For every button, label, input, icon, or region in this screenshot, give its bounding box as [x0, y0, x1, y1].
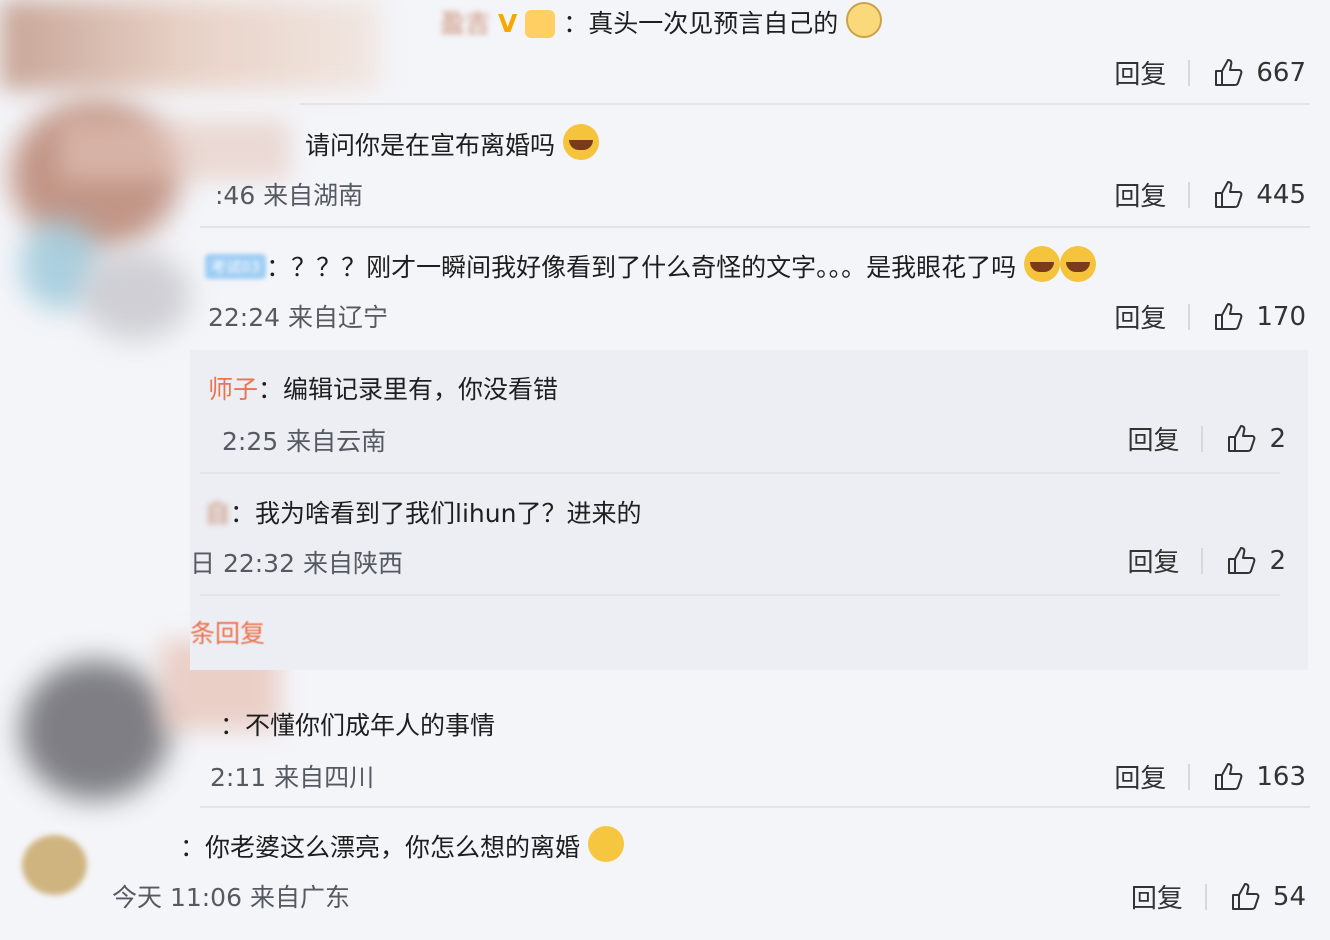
divider — [1201, 425, 1204, 452]
like-count: 170 — [1256, 301, 1306, 332]
divider — [300, 103, 1310, 105]
like-button[interactable]: 54 — [1229, 881, 1306, 913]
thumbs-up-icon — [1231, 882, 1260, 910]
more-replies-link[interactable]: 条回复 — [190, 614, 265, 650]
like-button[interactable]: 2 — [1225, 423, 1286, 455]
thumbs-up-icon — [1228, 546, 1256, 574]
verified-badge-icon: V — [497, 9, 518, 38]
divider — [1188, 303, 1191, 330]
like-count: 667 — [1256, 57, 1306, 88]
reply-button[interactable]: 回复 — [1127, 542, 1201, 579]
comment-actions: 回复 445 — [1114, 176, 1306, 213]
comment-meta: :46 来自湖南 — [215, 181, 364, 210]
comment-item: ：你老婆这么漂亮，你怎么想的离婚 今天 11:06 来自广东 回复 54 — [0, 818, 1330, 940]
comment-meta: 22:24 来自辽宁 — [208, 303, 388, 332]
comment-text: 考试03 ：？？？刚才一瞬间我好像看到了什么奇怪的文字。。。是我眼花了吗 — [205, 246, 1097, 284]
thumbs-up-icon — [1215, 180, 1243, 208]
comment-item: 请问你是在宣布离婚吗 :46 来自湖南 回复 445 — [0, 116, 1330, 238]
comment-text: 请问你是在宣布离婚吗 — [305, 124, 599, 162]
reply-text: 自：我为啥看到了我们lihun了？进来的 — [205, 499, 642, 528]
thumbs-up-icon — [1215, 58, 1243, 86]
comment-meta: 2:11 来自四川 — [210, 763, 375, 792]
like-button[interactable]: 667 — [1212, 57, 1306, 89]
divider — [1188, 181, 1191, 208]
thumbs-up-icon — [1215, 762, 1243, 790]
reply-username[interactable]: 自 — [205, 499, 230, 528]
comment-actions: 回复 163 — [1114, 758, 1306, 795]
laugh-cry-emoji-icon — [562, 124, 599, 160]
reply-button[interactable]: 回复 — [1131, 878, 1205, 915]
like-count: 445 — [1256, 179, 1306, 210]
thumbs-up-icon — [1215, 302, 1243, 330]
comment-text: ：不懂你们成年人的事情 — [220, 711, 496, 740]
comment-text: 盈吉 V ：真头一次见预言自己的 — [440, 2, 883, 40]
like-button[interactable]: 445 — [1212, 179, 1306, 211]
divider — [200, 594, 1280, 596]
reply-button[interactable]: 回复 — [1114, 176, 1188, 213]
like-count: 163 — [1256, 761, 1306, 792]
laugh-emoji-icon — [1024, 246, 1061, 282]
comment-actions: 回复 170 — [1114, 298, 1306, 335]
like-button[interactable]: 2 — [1225, 545, 1286, 577]
divider — [1188, 59, 1191, 86]
reply-actions: 回复 2 — [1127, 420, 1286, 457]
comment-text: ：你老婆这么漂亮，你怎么想的离婚 — [180, 826, 624, 864]
like-count: 2 — [1269, 545, 1286, 576]
divider — [1188, 763, 1191, 790]
divider — [200, 806, 1310, 808]
reply-text: 师子：编辑记录里有，你没看错 — [208, 375, 559, 404]
like-count: 2 — [1269, 423, 1286, 454]
laugh-cry-emoji-icon — [1060, 246, 1097, 282]
comment-meta: 今天 11:06 来自广东 — [112, 883, 350, 912]
thumbs-up-icon — [1228, 424, 1256, 452]
comment-item: ：不懂你们成年人的事情 2:11 来自四川 回复 163 — [0, 698, 1330, 820]
like-count: 54 — [1272, 881, 1306, 912]
comment-username[interactable]: 盈吉 — [440, 9, 490, 38]
divider — [200, 472, 1280, 474]
reply-meta: 2:25 来自云南 — [222, 427, 387, 456]
reply-username[interactable]: 师子 — [208, 375, 258, 404]
reply-button[interactable]: 回复 — [1114, 54, 1188, 91]
reply-button[interactable]: 回复 — [1114, 298, 1188, 335]
comment-actions: 回复 667 — [1114, 54, 1306, 91]
comment-actions: 回复 54 — [1131, 878, 1306, 915]
like-button[interactable]: 163 — [1212, 761, 1306, 793]
divider — [200, 226, 1310, 228]
comment-item: 考试03 ：？？？刚才一瞬间我好像看到了什么奇怪的文字。。。是我眼花了吗 22:2… — [0, 238, 1330, 360]
divider — [1204, 883, 1207, 910]
hug-emoji-icon — [587, 826, 624, 862]
like-button[interactable]: 170 — [1212, 301, 1306, 333]
fan-badge: 考试03 — [205, 254, 267, 279]
level-badge-icon — [525, 10, 556, 38]
reply-meta: 日 22:32 来自陕西 — [190, 549, 403, 578]
divider — [1201, 547, 1204, 574]
reply-button[interactable]: 回复 — [1127, 420, 1201, 457]
reply-button[interactable]: 回复 — [1114, 758, 1188, 795]
dog-emoji-icon — [846, 2, 883, 38]
reply-actions: 回复 2 — [1127, 542, 1286, 579]
